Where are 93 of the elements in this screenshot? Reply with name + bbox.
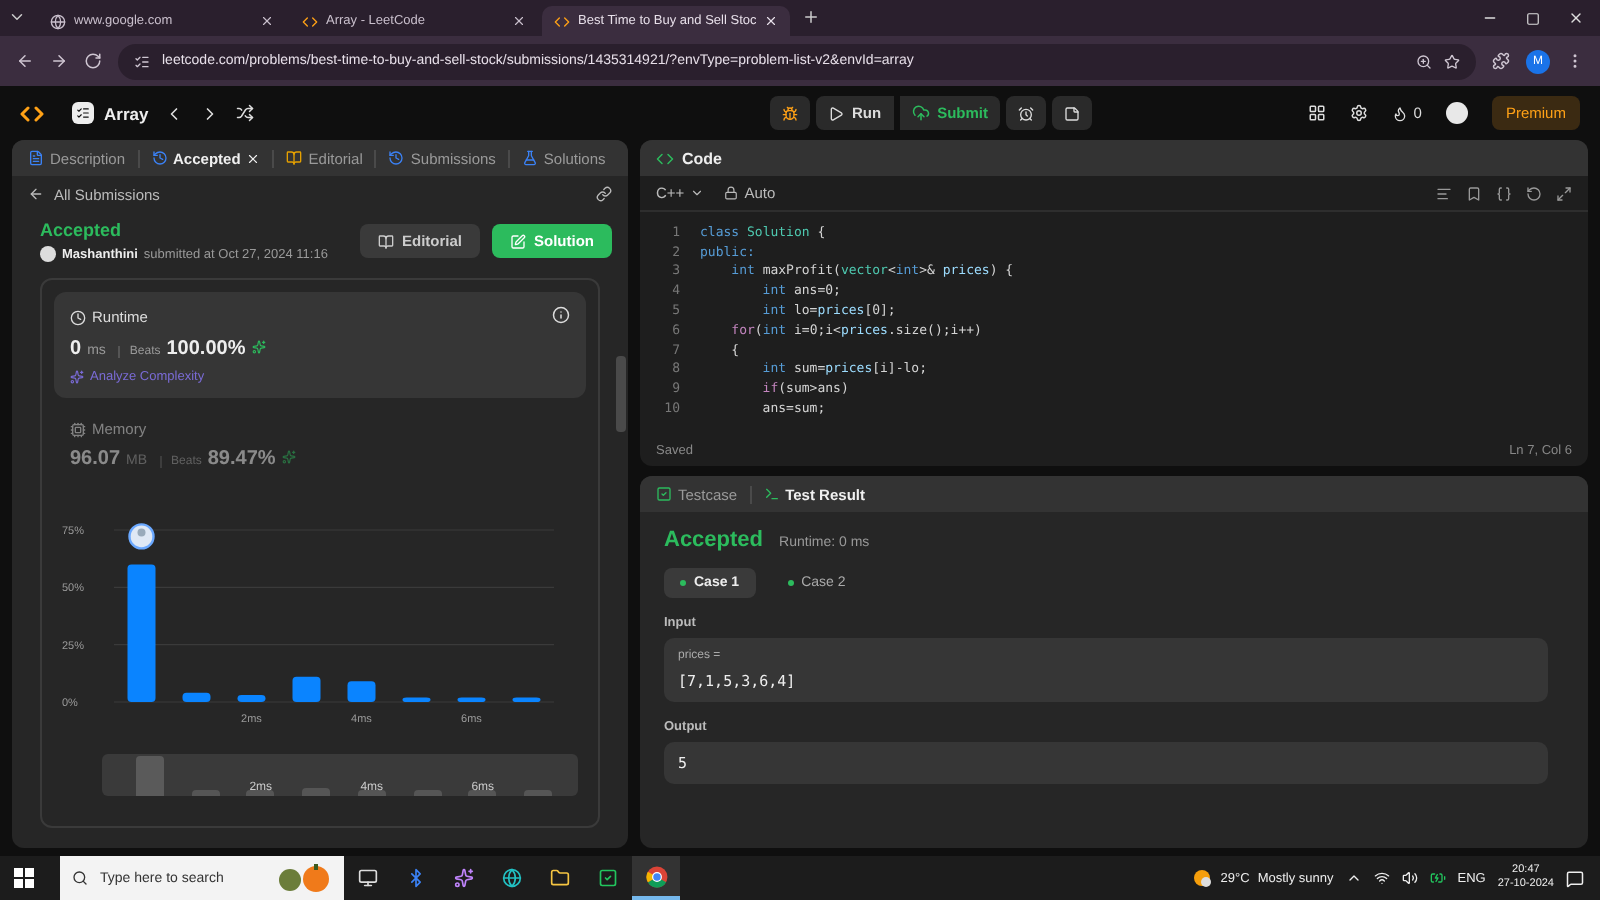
checkbox-icon [656,486,672,502]
notifications-icon[interactable] [1566,869,1584,887]
globe-icon [50,13,66,29]
pumpkin-icon [276,864,332,892]
search-icon [72,870,88,886]
tab-icon [521,150,538,166]
task-view-icon[interactable] [358,868,378,888]
folder-icon[interactable] [550,868,570,888]
format-icon[interactable] [1436,185,1452,201]
edit-icon [510,233,526,249]
zoom-icon[interactable] [1416,53,1432,69]
close-tab-icon[interactable] [512,14,526,28]
chevron-up-icon[interactable] [1345,870,1362,886]
site-settings-icon [134,53,150,69]
chart-bar [512,697,541,702]
reset-icon[interactable] [1526,185,1542,201]
new-tab-icon[interactable] [802,8,820,26]
cloud-upload-icon [911,104,930,122]
bookmark-icon[interactable] [1466,185,1482,201]
chevron-down-icon [690,186,705,200]
favicon-icon [302,13,318,29]
reload-icon[interactable] [84,52,102,70]
user-avatar-marker [128,523,155,550]
submission-status: Accepted [40,220,124,240]
close-icon[interactable] [1568,10,1584,26]
chart-bar [347,681,376,702]
scrollbar[interactable] [616,356,626,432]
user-avatar [40,246,56,262]
list-icon [76,106,90,120]
favicon-icon [554,13,570,29]
debug-button[interactable] [770,96,810,130]
windows-start-icon[interactable] [14,868,34,888]
forward-icon[interactable] [50,52,68,70]
beats-percentage: 89.47% [207,448,276,470]
chip-icon [70,421,86,437]
volume-icon[interactable] [1401,870,1418,886]
download-app-icon[interactable] [598,868,618,888]
browser-icon[interactable] [502,868,522,888]
play-icon [828,105,844,121]
badge-icon [251,340,266,354]
chart-bar [237,695,266,702]
bluetooth-icon[interactable] [406,868,426,888]
tab-icon [151,150,168,166]
copilot-icon[interactable] [454,868,474,888]
chart-bar [182,692,211,702]
chrome-icon[interactable] [645,865,667,887]
extensions-icon[interactable] [1492,52,1510,70]
shuffle-icon[interactable] [236,104,255,122]
tab-icon [286,150,303,166]
back-icon[interactable] [16,52,34,70]
terminal-icon [763,486,780,502]
settings-icon[interactable] [1349,104,1368,122]
tab-icon [28,150,44,166]
flame-icon [1391,105,1408,121]
restore-icon[interactable] [1526,11,1540,25]
braces-icon[interactable] [1496,185,1512,201]
lock-icon [724,186,739,200]
expand-icon[interactable] [1556,185,1572,201]
panel-title: Code [682,149,722,167]
close-tab-icon[interactable] [260,14,274,28]
code-icon [656,149,674,167]
metric-value: 96.07 [70,448,121,470]
weather-icon [1192,868,1213,888]
back-arrow-icon [28,186,44,202]
alarm-clock-icon [1018,105,1035,121]
star-icon[interactable] [1444,53,1460,69]
link-icon[interactable] [596,186,612,202]
layout-icon[interactable] [1307,104,1326,122]
tab-icon [388,150,405,166]
wifi-icon[interactable] [1373,870,1390,886]
chart-bar [457,697,486,702]
timer-button[interactable] [1006,96,1047,130]
badge-icon [281,450,296,464]
problem-list-button[interactable]: Array [72,102,149,124]
metric-value: 0 [70,338,82,360]
leetcode-logo-icon [20,101,44,125]
note-icon [1064,105,1081,121]
notes-button[interactable] [1052,96,1093,130]
chart-bar [402,697,431,702]
sparkle-icon [70,370,84,384]
clock-icon [70,309,86,325]
chart-bar [292,676,321,702]
info-icon[interactable] [552,306,570,324]
tab-search-icon[interactable] [8,8,26,26]
beats-percentage: 100.00% [166,338,246,360]
close-icon[interactable] [246,151,261,165]
result-status: Accepted [664,528,764,552]
user-avatar[interactable] [1445,102,1468,124]
bug-icon [782,105,798,121]
close-tab-icon[interactable] [764,14,778,28]
chart-bar [127,564,156,702]
battery-icon[interactable] [1429,870,1446,886]
book-icon [377,233,394,249]
